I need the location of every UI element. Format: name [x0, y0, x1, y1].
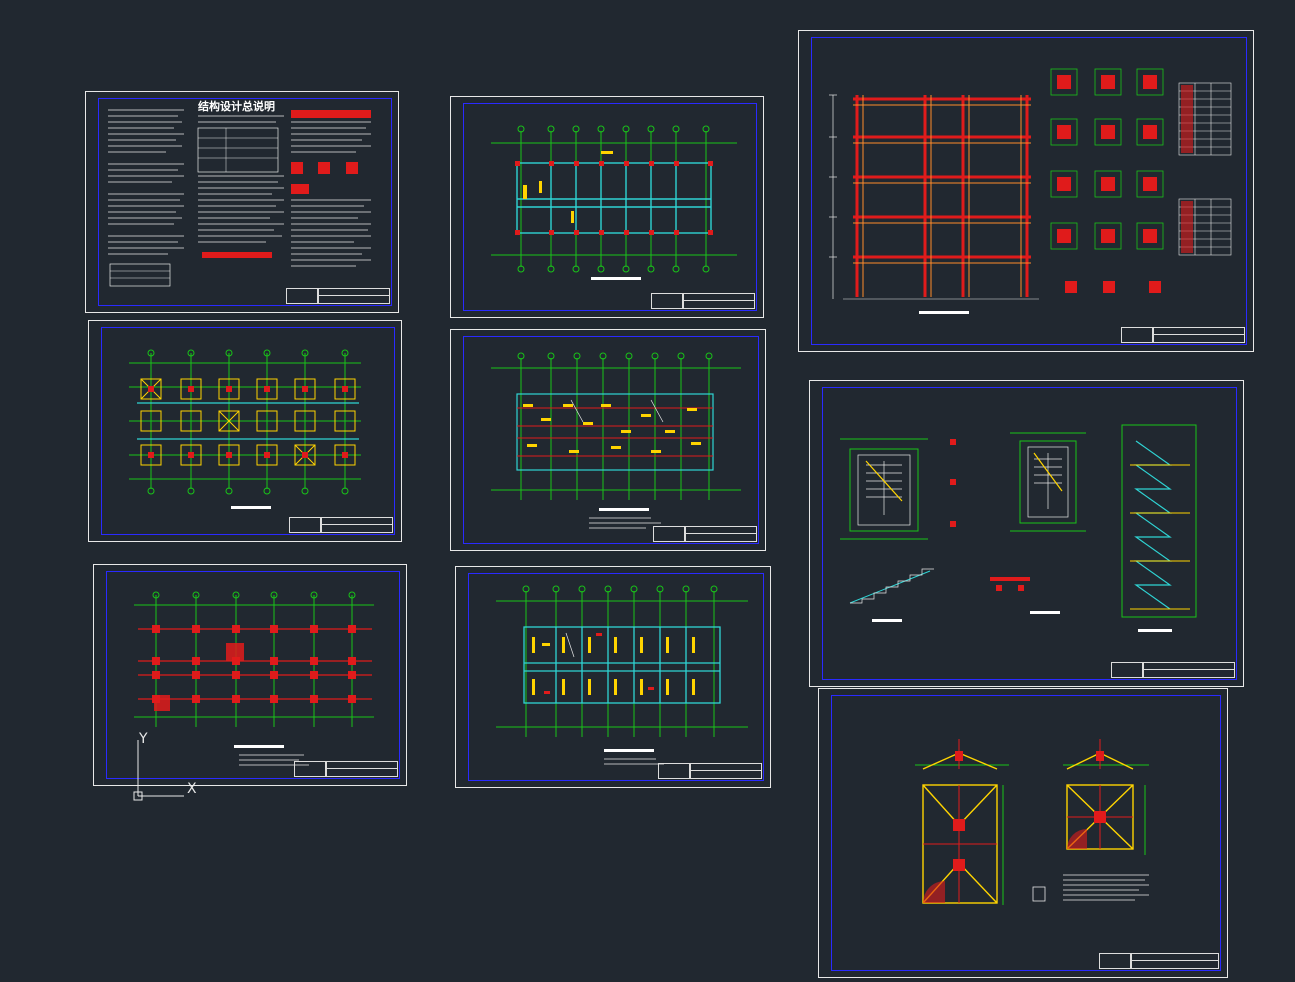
drawing-sheet-frame-elevation[interactable] [798, 30, 1254, 352]
title-block [321, 517, 393, 533]
title-block-stamp [286, 288, 318, 304]
drawing-sheet-footing-details[interactable] [818, 688, 1228, 978]
frame-elevation-drawing [829, 68, 1232, 314]
title-block-stamp [1121, 327, 1153, 343]
title-block [326, 761, 398, 777]
title-block-stamp [1111, 662, 1143, 678]
stair-details-drawing [840, 424, 1197, 632]
title-block [1131, 953, 1219, 969]
beam-reinforcement-drawing [491, 352, 741, 529]
ucs-y-label: Y [139, 731, 148, 747]
drawing-sheet-design-notes[interactable]: 结构设计总说明 [85, 91, 399, 313]
title-block [690, 763, 762, 779]
drawing-sheet-floor-framing-plan[interactable] [450, 96, 764, 318]
title-block [318, 288, 390, 304]
notes-text-block [108, 109, 371, 287]
footing-details-drawing [915, 739, 1149, 905]
title-block-stamp [651, 293, 683, 309]
drawing-sheet-slab-reinforcement[interactable] [455, 566, 771, 788]
title-block-stamp [1099, 953, 1131, 969]
title-block [1143, 662, 1235, 678]
title-block [685, 526, 757, 542]
title-block [683, 293, 755, 309]
foundation-plan-drawing [129, 349, 361, 509]
ucs-icon [133, 740, 184, 801]
drawing-sheet-foundation-plan[interactable] [88, 320, 402, 542]
drawing-sheet-beam-reinforcement[interactable] [450, 329, 766, 551]
drawing-sheet-stair-details[interactable] [809, 380, 1244, 687]
floor-framing-drawing [491, 125, 737, 280]
ucs-x-label: X [187, 781, 197, 797]
title-block [1153, 327, 1245, 343]
title-block-stamp [294, 761, 326, 777]
title-block-stamp [289, 517, 321, 533]
title-block-stamp [653, 526, 685, 542]
slab-reinforcement-drawing [496, 585, 748, 765]
title-block-stamp [658, 763, 690, 779]
